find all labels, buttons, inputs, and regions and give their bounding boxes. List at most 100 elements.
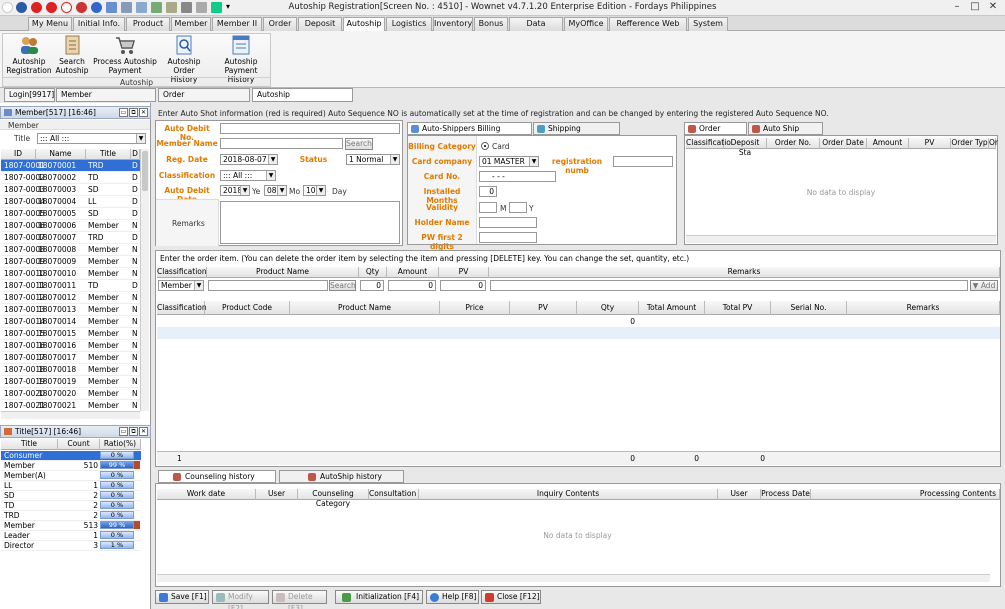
search-autoship-button[interactable]: Search Autoship [53, 35, 91, 75]
panel-float-icon[interactable]: ⧉ [129, 108, 138, 117]
table-row[interactable]: 1807-0014 18070014 Member N [1, 316, 140, 328]
col-process-user[interactable]: User [718, 489, 761, 500]
col-price[interactable]: Price [440, 301, 510, 315]
entry-amount-input[interactable]: 0 [388, 280, 436, 291]
auto-debit-no-input[interactable] [220, 123, 400, 134]
col-item-pv[interactable]: PV [510, 301, 577, 315]
col-work-date[interactable]: Work date [157, 489, 256, 500]
table-row[interactable]: 1807-0021 18070021 Member N [1, 400, 140, 410]
status-select[interactable]: 1 Normal ▼ [346, 154, 400, 165]
col-name[interactable]: Name [36, 149, 86, 160]
col-classification[interactable]: Classificatio [686, 138, 731, 149]
process-autoship-payment-button[interactable]: Process Autoship Payment [93, 35, 157, 75]
list-item[interactable]: SD 2 0 % [1, 491, 141, 501]
list-item[interactable]: Director 3 1 % [1, 541, 141, 551]
list-item[interactable]: Member 513 99 % [1, 521, 141, 531]
table-row[interactable]: 1807-0012 18070012 Member N [1, 292, 140, 304]
delete-button[interactable]: Delete [F3] [272, 590, 327, 609]
col-order-date[interactable]: Order Date [820, 138, 867, 149]
table-row[interactable]: 1807-0010 18070010 Member N [1, 268, 140, 280]
tab-member-registration[interactable]: Member Registration[3011] [56, 88, 156, 111]
col-product-name[interactable]: Product Name [290, 301, 440, 315]
modify-button[interactable]: Modify [F2] [212, 590, 269, 609]
member-grid-hscroll[interactable] [1, 411, 140, 419]
reg-date-picker[interactable]: 2018-08-07 ▼ [220, 154, 278, 165]
table-row[interactable]: 1807-0013 18070013 Member N [1, 304, 140, 316]
initialization-button[interactable]: Initialization [F4] [335, 590, 423, 604]
product-search-button[interactable]: Search [329, 280, 356, 291]
col-consultation-date[interactable]: Consultation D [369, 489, 419, 500]
table-row[interactable]: 1807-0001 18070001 TRD D [1, 160, 140, 172]
menu-inventory[interactable]: Inventory [433, 17, 473, 31]
menu-refference-web-site[interactable]: Refference Web Site [609, 17, 687, 40]
col-serial-no[interactable]: Serial No. [771, 301, 847, 315]
menu-myoffice[interactable]: MyOffice [564, 17, 608, 31]
member-grid-vscroll[interactable] [140, 149, 149, 411]
table-row[interactable]: 1807-0009 18070009 Member N [1, 256, 140, 268]
col-ratio[interactable]: Ratio(%) [100, 439, 141, 450]
menu-order[interactable]: Order [263, 17, 297, 31]
col-pv[interactable]: PV [909, 138, 951, 149]
table-row[interactable]: 1807-0002 18070002 TD D [1, 172, 140, 184]
list-item[interactable]: Member 510 99 % [1, 461, 141, 471]
member-name-input[interactable] [220, 138, 343, 149]
menu-product[interactable]: Product [126, 17, 170, 31]
col-processing-contents[interactable]: Processing Contents [811, 489, 1000, 500]
autoship-registration-button[interactable]: Autoship Registration [5, 35, 53, 75]
table-row[interactable]: 1807-0004 18070004 LL D [1, 196, 140, 208]
menu-member-ii[interactable]: Member II [212, 17, 262, 31]
help-button[interactable]: Help [F8] [426, 590, 479, 604]
col-deposit-status[interactable]: Deposit Sta [724, 138, 767, 157]
table-row[interactable]: 1807-0015 18070015 Member N [1, 328, 140, 340]
panel-pin-icon[interactable]: ▭ [119, 108, 128, 117]
entry-classification-select[interactable]: Member ▼ [158, 280, 204, 291]
table-row[interactable]: 1807-0008 18070008 Member N [1, 244, 140, 256]
validity-month-input[interactable] [479, 202, 497, 213]
col-total-amount[interactable]: Total Amount [639, 301, 705, 315]
classification-select[interactable]: ::: All ::: ▼ [220, 170, 276, 181]
card-company-select[interactable]: 01 MASTER ▼ [479, 156, 539, 167]
table-row[interactable]: 1807-0006 18070006 Member N [1, 220, 140, 232]
col-item-remarks[interactable]: Remarks [847, 301, 1000, 315]
tab-order-registration[interactable]: Order Registration[4010] [158, 88, 250, 111]
panel-close-icon[interactable]: ✕ [139, 427, 148, 436]
table-row[interactable]: 1807-0007 18070007 TRD D [1, 232, 140, 244]
add-item-button[interactable]: ▼ Add [970, 280, 998, 291]
entry-remarks-input[interactable] [490, 280, 968, 291]
table-row[interactable]: 1807-0019 18070019 Member N [1, 376, 140, 388]
panel-pin-icon[interactable]: ▭ [119, 427, 128, 436]
counseling-hscroll[interactable] [157, 574, 990, 582]
menu-bonus[interactable]: Bonus [474, 17, 508, 31]
month-select[interactable]: 08 ▼ [264, 185, 287, 196]
col-product-code[interactable]: Product Code [205, 301, 290, 315]
col-user[interactable]: User [256, 489, 298, 500]
col-counseling-category[interactable]: Counseling Category [298, 489, 369, 508]
close-button[interactable]: Close [F12] [481, 590, 541, 604]
col-item-qty[interactable]: Qty [577, 301, 639, 315]
table-row[interactable]: 1807-0011 18070011 TD D [1, 280, 140, 292]
col-id[interactable]: ID [1, 149, 36, 160]
pw-input[interactable] [479, 232, 537, 243]
year-select[interactable]: 2018 ▼ [220, 185, 250, 196]
order-history-hscroll[interactable] [686, 235, 996, 243]
col-order-type[interactable]: Order Typ [951, 138, 989, 149]
tab-order-history[interactable]: Order History [684, 122, 747, 144]
tab-counseling-history[interactable]: Counseling history [158, 470, 276, 483]
menu-member[interactable]: Member [171, 17, 211, 31]
menu-deposit[interactable]: Deposit [298, 17, 342, 31]
member-grid-vscroll-thumb[interactable] [142, 151, 148, 191]
col-total-pv[interactable]: Total PV [705, 301, 771, 315]
title-filter-select[interactable]: ::: All ::: ▼ [37, 133, 146, 144]
panel-float-icon[interactable]: ⧉ [129, 427, 138, 436]
remarks-textarea[interactable] [220, 201, 400, 244]
col-item-classification[interactable]: Classification [157, 301, 207, 315]
table-row[interactable]: 1807-0017 18070017 Member N [1, 352, 140, 364]
holder-name-input[interactable] [479, 217, 537, 228]
tab-auto-ship-details[interactable]: Auto Ship Details [748, 122, 823, 144]
installed-months-input[interactable]: 0 [479, 186, 497, 197]
col-d[interactable]: D [131, 149, 140, 160]
col-order-no[interactable]: Order No. [767, 138, 820, 149]
col-amount[interactable]: Amount [867, 138, 909, 149]
day-select[interactable]: 10 ▼ [303, 185, 326, 196]
card-no-input[interactable]: - - - [479, 171, 556, 182]
